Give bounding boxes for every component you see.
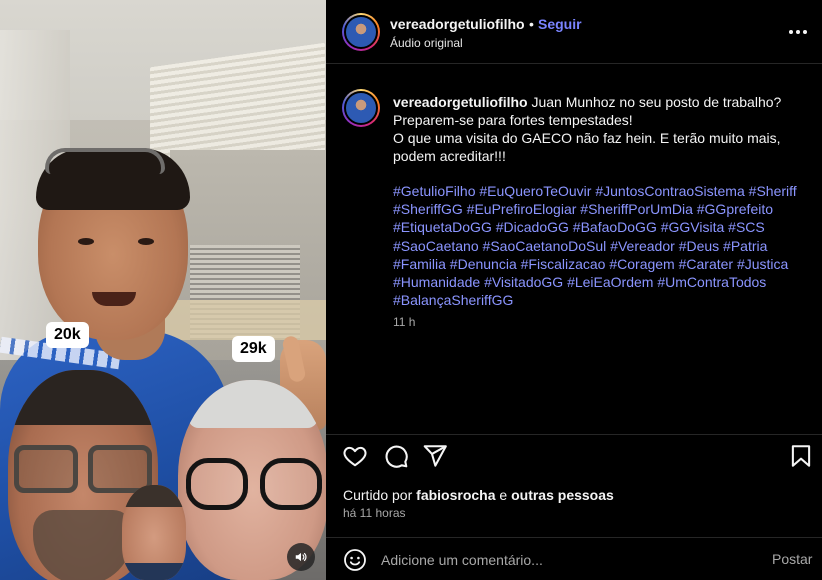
hashtag-link[interactable]: #Deus (679, 238, 719, 254)
sticker-glasses (14, 445, 78, 493)
sticker-hair (188, 380, 318, 428)
hashtag-link[interactable]: #UmContraTodos (657, 274, 766, 290)
post-header: vereadorgetuliofilho • Seguir Áudio orig… (326, 0, 822, 64)
hashtag-link[interactable]: #SheriffPorUmDia (580, 201, 693, 217)
hashtag-link[interactable]: #BafaoDoGG (573, 219, 657, 235)
hashtag-link[interactable]: #Humanidade (393, 274, 480, 290)
separator-dot: • (529, 16, 534, 32)
sticker-count-badge: 29k (232, 336, 275, 362)
hashtag-link[interactable]: #EtiquetaDoGG (393, 219, 492, 235)
sticker-hair (8, 370, 158, 425)
hashtag-link[interactable]: #SheriffGG (393, 201, 463, 217)
hashtag-link[interactable]: #Denuncia (450, 256, 517, 272)
hashtag-link[interactable]: #EuPrefiroElogiar (467, 201, 577, 217)
speaker-icon (295, 552, 307, 562)
liked-user-link[interactable]: fabiosrocha (416, 487, 495, 503)
post-timestamp: há 11 horas (343, 506, 406, 520)
hashtag-link[interactable]: #Coragem (609, 256, 674, 272)
liked-others-link[interactable]: outras pessoas (511, 487, 614, 503)
sticker-face-small (122, 485, 186, 580)
hashtag-link[interactable]: #EuQueroTeOuvir (479, 183, 591, 199)
background-desk (160, 300, 326, 340)
hashtag-link[interactable]: #Vereador (610, 238, 675, 254)
sticker-count-badge: 20k (46, 322, 89, 348)
presenter-sunglasses (45, 148, 165, 174)
hashtag-link[interactable]: #Justica (737, 256, 788, 272)
follow-button[interactable]: Seguir (538, 16, 582, 32)
author-avatar[interactable] (342, 13, 380, 51)
caption-text: vereadorgetuliofilho Juan Munhoz no seu … (393, 93, 818, 165)
comment-bar: Postar (326, 537, 822, 580)
author-username[interactable]: vereadorgetuliofilho (390, 16, 525, 32)
caption-author-avatar[interactable] (342, 89, 380, 127)
hashtag-link[interactable]: #SCS (728, 219, 765, 235)
share-icon[interactable] (422, 443, 448, 469)
presenter-eye (78, 238, 94, 245)
liked-by-text: Curtido por fabiosrocha e outras pessoas (343, 487, 614, 503)
sticker-glasses (186, 458, 248, 510)
hashtag-link[interactable]: #DicadoGG (496, 219, 569, 235)
comment-icon[interactable] (383, 443, 409, 469)
post-media[interactable]: 20k 29k (0, 0, 326, 580)
sticker-shirt (122, 563, 186, 580)
liked-prefix: Curtido por (343, 487, 413, 503)
post-comment-button[interactable]: Postar (772, 551, 812, 567)
caption-line: Juan Munhoz no seu posto de trabalho? (531, 94, 782, 110)
hashtag-link[interactable]: #SaoCaetano (393, 238, 479, 254)
caption-line: Preparem-se para fortes tempestades! (393, 112, 633, 128)
hashtag-link[interactable]: #GetulioFilho (393, 183, 476, 199)
liked-conjunction: e (499, 487, 508, 503)
heart-icon[interactable] (342, 443, 368, 469)
sticker-glasses (260, 458, 322, 510)
hashtag-link[interactable]: #BalançaSheriffGG (393, 292, 513, 308)
hashtag-link[interactable]: #Patria (723, 238, 767, 254)
more-options-icon (789, 30, 793, 34)
audio-link[interactable]: Áudio original (390, 36, 463, 50)
caption-area: vereadorgetuliofilho Juan Munhoz no seu … (326, 64, 822, 434)
caption-timestamp: 11 h (393, 315, 416, 329)
caption-line: O que uma visita do GAECO não faz hein. … (393, 130, 781, 164)
hashtag-link[interactable]: #JuntosContraoSistema (595, 183, 744, 199)
presenter-eye (138, 238, 154, 245)
caption-hashtags: #GetulioFilho #EuQueroTeOuvir #JuntosCon… (393, 182, 818, 309)
hashtag-link[interactable]: #GGprefeito (697, 201, 773, 217)
hashtag-link[interactable]: #SaoCaetanoDoSul (483, 238, 607, 254)
sticker-beard (33, 510, 133, 580)
mute-button[interactable] (287, 543, 315, 571)
hashtag-link[interactable]: #Sheriff (749, 183, 797, 199)
hashtag-link[interactable]: #VisitadoGG (484, 274, 563, 290)
post-side-panel: vereadorgetuliofilho • Seguir Áudio orig… (326, 0, 822, 580)
hashtag-link[interactable]: #LeiEaOrdem (567, 274, 653, 290)
emoji-icon[interactable] (343, 548, 367, 572)
more-options-button[interactable] (786, 22, 810, 42)
hashtag-link[interactable]: #GGVisita (661, 219, 725, 235)
bookmark-icon[interactable] (788, 443, 814, 469)
hashtag-link[interactable]: #Familia (393, 256, 446, 272)
actions-section: Curtido por fabiosrocha e outras pessoas… (326, 434, 822, 580)
hashtag-link[interactable]: #Fiscalizacao (521, 256, 606, 272)
comment-input[interactable] (381, 548, 741, 572)
hashtag-link[interactable]: #Carater (679, 256, 733, 272)
sticker-hair (122, 485, 186, 507)
caption-username[interactable]: vereadorgetuliofilho (393, 94, 528, 110)
